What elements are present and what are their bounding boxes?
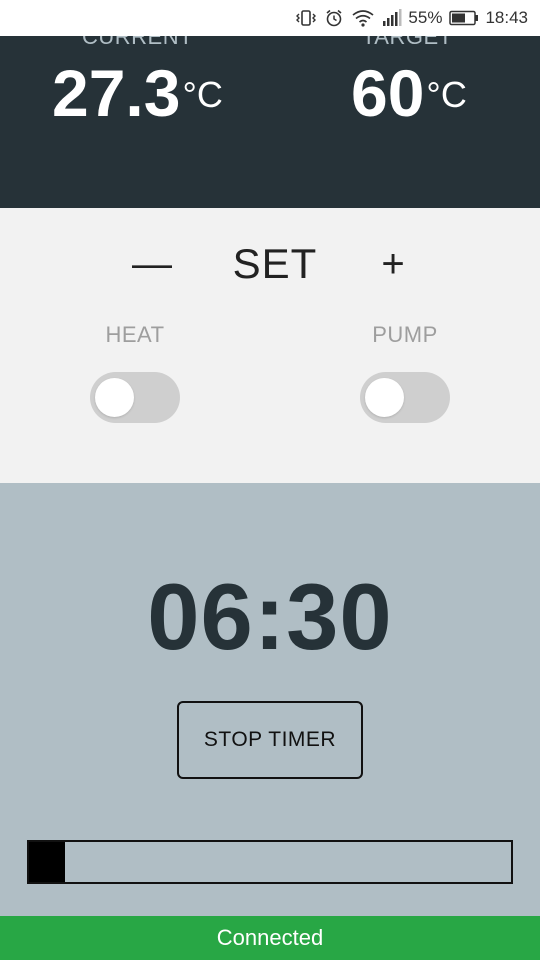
timer-progress-bar <box>27 840 513 884</box>
current-label: CURRENT <box>82 36 194 49</box>
target-temperature: TARGET 60°C <box>270 36 540 208</box>
signal-icon <box>382 9 402 27</box>
target-value: 60 <box>351 56 425 130</box>
battery-icon <box>449 10 479 26</box>
timer-panel: 06:30 STOP TIMER <box>0 483 540 916</box>
current-value-wrap: 27.3°C <box>52 60 223 126</box>
heat-toggle-knob <box>95 378 134 417</box>
timer-display: 06:30 <box>147 564 393 669</box>
battery-percent: 55% <box>408 8 443 27</box>
set-label: SET <box>232 240 318 287</box>
current-unit: °C <box>182 74 223 115</box>
connection-status-text: Connected <box>216 925 324 950</box>
pump-label: PUMP <box>372 322 438 347</box>
target-value-wrap: 60°C <box>351 60 467 126</box>
target-label: TARGET <box>362 36 453 49</box>
controls-panel: — SET + HEAT PUMP <box>0 208 540 483</box>
current-temperature: CURRENT 27.3°C <box>0 36 270 208</box>
decrease-target-button[interactable]: — <box>122 236 182 292</box>
timer-progress-fill <box>29 842 66 882</box>
target-unit: °C <box>426 74 467 115</box>
pump-toggle-knob <box>365 378 404 417</box>
heat-label: HEAT <box>105 322 165 347</box>
vibrate-icon <box>295 9 317 27</box>
connection-status-bar: Connected <box>0 916 540 960</box>
pump-toggle[interactable] <box>360 372 450 423</box>
status-time: 18:43 <box>485 8 528 27</box>
temperature-panel: CURRENT 27.3°C TARGET 60°C <box>0 36 540 208</box>
wifi-icon <box>351 9 375 27</box>
status-bar: 55% 18:43 <box>0 0 540 36</box>
stop-timer-button[interactable]: STOP TIMER <box>177 701 363 779</box>
alarm-icon <box>324 8 344 28</box>
increase-target-button[interactable]: + <box>363 236 423 292</box>
current-value: 27.3 <box>52 56 181 130</box>
heat-toggle[interactable] <box>90 372 180 423</box>
